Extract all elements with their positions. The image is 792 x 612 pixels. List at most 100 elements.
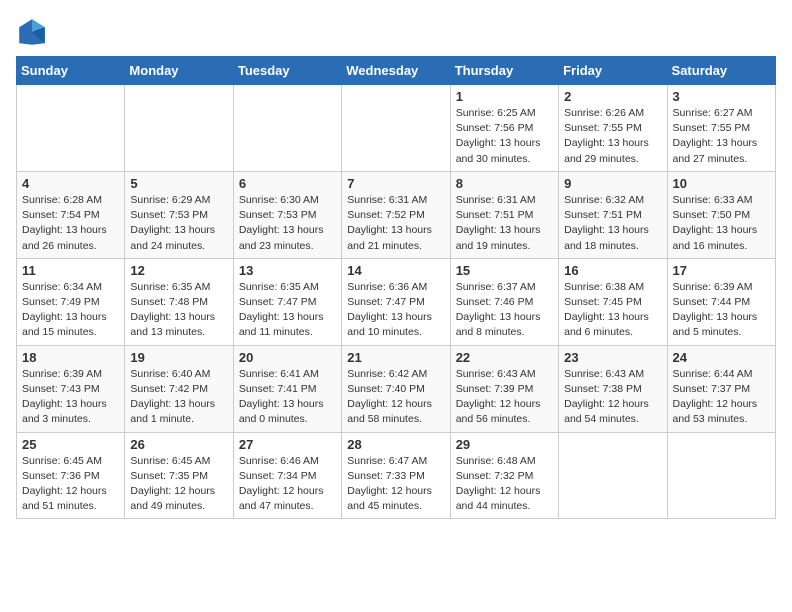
col-header-tuesday: Tuesday	[233, 57, 341, 85]
calendar-cell	[17, 85, 125, 172]
calendar-cell: 16 Sunrise: 6:38 AM Sunset: 7:45 PM Dayli…	[559, 258, 667, 345]
calendar-cell: 28 Sunrise: 6:47 AM Sunset: 7:33 PM Dayli…	[342, 432, 450, 519]
day-info: Sunrise: 6:42 AM Sunset: 7:40 PM Dayligh…	[347, 367, 444, 428]
day-number: 3	[673, 89, 770, 104]
day-info: Sunrise: 6:38 AM Sunset: 7:45 PM Dayligh…	[564, 280, 661, 341]
day-number: 16	[564, 263, 661, 278]
day-info: Sunrise: 6:41 AM Sunset: 7:41 PM Dayligh…	[239, 367, 336, 428]
calendar-cell: 10Sunrise: 6:33 AM Sunset: 7:50 PM Dayli…	[667, 171, 775, 258]
day-info: Sunrise: 6:39 AM Sunset: 7:43 PM Dayligh…	[22, 367, 119, 428]
day-info: Sunrise: 6:39 AM Sunset: 7:44 PM Dayligh…	[673, 280, 770, 341]
calendar-cell: 7 Sunrise: 6:31 AM Sunset: 7:52 PM Daylig…	[342, 171, 450, 258]
day-info: Sunrise: 6:34 AM Sunset: 7:49 PM Dayligh…	[22, 280, 119, 341]
day-info: Sunrise: 6:36 AM Sunset: 7:47 PM Dayligh…	[347, 280, 444, 341]
day-number: 13	[239, 263, 336, 278]
day-number: 7	[347, 176, 444, 191]
calendar-cell: 27 Sunrise: 6:46 AM Sunset: 7:34 PM Dayli…	[233, 432, 341, 519]
day-number: 11	[22, 263, 119, 278]
calendar-cell: 1 Sunrise: 6:25 AM Sunset: 7:56 PM Daylig…	[450, 85, 558, 172]
day-info: Sunrise: 6:26 AM Sunset: 7:55 PM Dayligh…	[564, 106, 661, 167]
calendar-cell: 24 Sunrise: 6:44 AM Sunset: 7:37 PM Dayli…	[667, 345, 775, 432]
calendar-cell: 21 Sunrise: 6:42 AM Sunset: 7:40 PM Dayli…	[342, 345, 450, 432]
logo-icon	[16, 16, 48, 48]
calendar-cell: 14 Sunrise: 6:36 AM Sunset: 7:47 PM Dayli…	[342, 258, 450, 345]
day-number: 21	[347, 350, 444, 365]
calendar: SundayMondayTuesdayWednesdayThursdayFrid…	[16, 56, 776, 519]
calendar-cell: 4 Sunrise: 6:28 AM Sunset: 7:54 PM Daylig…	[17, 171, 125, 258]
calendar-cell: 13 Sunrise: 6:35 AM Sunset: 7:47 PM Dayli…	[233, 258, 341, 345]
col-header-saturday: Saturday	[667, 57, 775, 85]
day-info: Sunrise: 6:29 AM Sunset: 7:53 PM Dayligh…	[130, 193, 227, 254]
day-number: 8	[456, 176, 553, 191]
day-info: Sunrise: 6:31 AM Sunset: 7:51 PM Dayligh…	[456, 193, 553, 254]
day-info: Sunrise: 6:40 AM Sunset: 7:42 PM Dayligh…	[130, 367, 227, 428]
calendar-cell: 20 Sunrise: 6:41 AM Sunset: 7:41 PM Dayli…	[233, 345, 341, 432]
calendar-cell: 15 Sunrise: 6:37 AM Sunset: 7:46 PM Dayli…	[450, 258, 558, 345]
day-info: Sunrise: 6:31 AM Sunset: 7:52 PM Dayligh…	[347, 193, 444, 254]
day-number: 29	[456, 437, 553, 452]
logo	[16, 16, 52, 48]
calendar-cell	[342, 85, 450, 172]
day-number: 24	[673, 350, 770, 365]
day-info: Sunrise: 6:37 AM Sunset: 7:46 PM Dayligh…	[456, 280, 553, 341]
calendar-cell: 18 Sunrise: 6:39 AM Sunset: 7:43 PM Dayli…	[17, 345, 125, 432]
day-number: 6	[239, 176, 336, 191]
day-number: 14	[347, 263, 444, 278]
calendar-cell: 25 Sunrise: 6:45 AM Sunset: 7:36 PM Dayli…	[17, 432, 125, 519]
col-header-friday: Friday	[559, 57, 667, 85]
header	[16, 16, 776, 48]
calendar-cell: 9Sunrise: 6:32 AM Sunset: 7:51 PM Daylig…	[559, 171, 667, 258]
day-number: 4	[22, 176, 119, 191]
day-info: Sunrise: 6:35 AM Sunset: 7:47 PM Dayligh…	[239, 280, 336, 341]
day-number: 19	[130, 350, 227, 365]
calendar-cell	[559, 432, 667, 519]
calendar-cell	[125, 85, 233, 172]
calendar-cell	[667, 432, 775, 519]
col-header-monday: Monday	[125, 57, 233, 85]
calendar-cell: 29 Sunrise: 6:48 AM Sunset: 7:32 PM Dayli…	[450, 432, 558, 519]
day-number: 15	[456, 263, 553, 278]
day-number: 20	[239, 350, 336, 365]
day-number: 23	[564, 350, 661, 365]
day-number: 27	[239, 437, 336, 452]
day-number: 1	[456, 89, 553, 104]
calendar-cell: 23 Sunrise: 6:43 AM Sunset: 7:38 PM Dayli…	[559, 345, 667, 432]
day-info: Sunrise: 6:44 AM Sunset: 7:37 PM Dayligh…	[673, 367, 770, 428]
col-header-sunday: Sunday	[17, 57, 125, 85]
day-info: Sunrise: 6:25 AM Sunset: 7:56 PM Dayligh…	[456, 106, 553, 167]
day-number: 17	[673, 263, 770, 278]
calendar-cell: 22Sunrise: 6:43 AM Sunset: 7:39 PM Dayli…	[450, 345, 558, 432]
calendar-cell: 11 Sunrise: 6:34 AM Sunset: 7:49 PM Dayli…	[17, 258, 125, 345]
day-number: 10	[673, 176, 770, 191]
day-number: 2	[564, 89, 661, 104]
day-info: Sunrise: 6:45 AM Sunset: 7:35 PM Dayligh…	[130, 454, 227, 515]
calendar-cell: 6 Sunrise: 6:30 AM Sunset: 7:53 PM Daylig…	[233, 171, 341, 258]
calendar-cell: 26 Sunrise: 6:45 AM Sunset: 7:35 PM Dayli…	[125, 432, 233, 519]
day-info: Sunrise: 6:30 AM Sunset: 7:53 PM Dayligh…	[239, 193, 336, 254]
day-info: Sunrise: 6:45 AM Sunset: 7:36 PM Dayligh…	[22, 454, 119, 515]
day-number: 9	[564, 176, 661, 191]
calendar-cell: 3 Sunrise: 6:27 AM Sunset: 7:55 PM Daylig…	[667, 85, 775, 172]
calendar-cell: 12 Sunrise: 6:35 AM Sunset: 7:48 PM Dayli…	[125, 258, 233, 345]
day-info: Sunrise: 6:48 AM Sunset: 7:32 PM Dayligh…	[456, 454, 553, 515]
day-number: 18	[22, 350, 119, 365]
calendar-cell: 19 Sunrise: 6:40 AM Sunset: 7:42 PM Dayli…	[125, 345, 233, 432]
col-header-thursday: Thursday	[450, 57, 558, 85]
calendar-cell: 5 Sunrise: 6:29 AM Sunset: 7:53 PM Daylig…	[125, 171, 233, 258]
day-number: 25	[22, 437, 119, 452]
day-info: Sunrise: 6:46 AM Sunset: 7:34 PM Dayligh…	[239, 454, 336, 515]
day-info: Sunrise: 6:43 AM Sunset: 7:39 PM Dayligh…	[456, 367, 553, 428]
day-info: Sunrise: 6:47 AM Sunset: 7:33 PM Dayligh…	[347, 454, 444, 515]
day-number: 5	[130, 176, 227, 191]
day-number: 28	[347, 437, 444, 452]
col-header-wednesday: Wednesday	[342, 57, 450, 85]
day-info: Sunrise: 6:27 AM Sunset: 7:55 PM Dayligh…	[673, 106, 770, 167]
day-info: Sunrise: 6:28 AM Sunset: 7:54 PM Dayligh…	[22, 193, 119, 254]
day-info: Sunrise: 6:43 AM Sunset: 7:38 PM Dayligh…	[564, 367, 661, 428]
day-number: 12	[130, 263, 227, 278]
calendar-cell: 17 Sunrise: 6:39 AM Sunset: 7:44 PM Dayli…	[667, 258, 775, 345]
day-number: 26	[130, 437, 227, 452]
day-info: Sunrise: 6:35 AM Sunset: 7:48 PM Dayligh…	[130, 280, 227, 341]
calendar-cell: 2 Sunrise: 6:26 AM Sunset: 7:55 PM Daylig…	[559, 85, 667, 172]
calendar-cell	[233, 85, 341, 172]
